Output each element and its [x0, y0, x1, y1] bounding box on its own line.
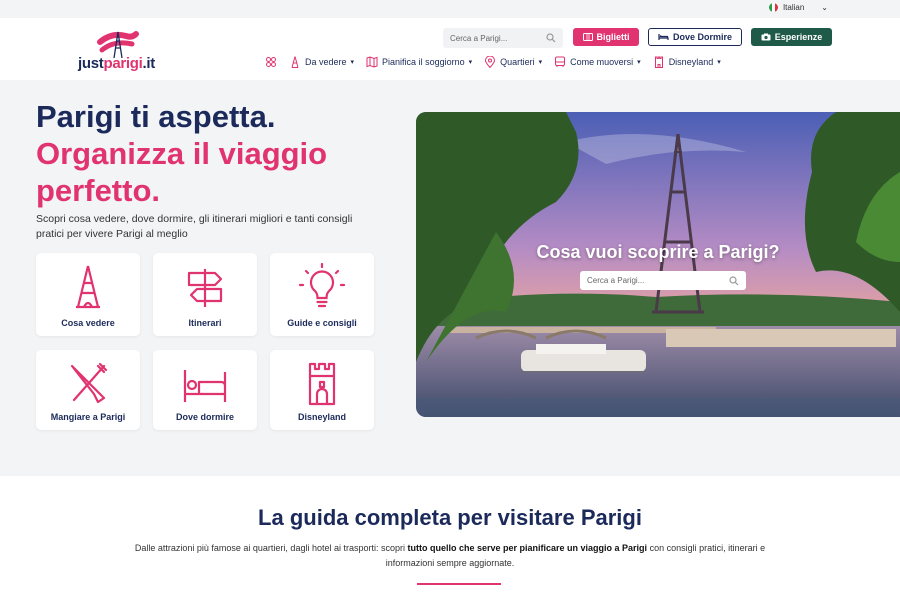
signpost-icon: [187, 269, 223, 307]
guide-title: La guida completa per visitare Parigi: [258, 505, 642, 530]
eiffel-tower-icon: [76, 265, 100, 309]
nav-item-come-muoversi[interactable]: Come muoversi ▾: [554, 56, 641, 68]
hero-title: Parigi ti aspetta. Organizza il viaggio …: [36, 98, 406, 209]
nav-item-pianifica[interactable]: Pianifica il soggiorno ▾: [366, 56, 472, 68]
site-logo[interactable]: justparigi.it: [78, 30, 158, 74]
where-to-sleep-button[interactable]: Dove Dormire: [648, 28, 742, 46]
hero-search-input[interactable]: Cerca a Parigi...: [580, 271, 746, 290]
card-disneyland[interactable]: Disneyland: [270, 350, 374, 430]
chevron-down-icon: ⌄: [821, 3, 828, 12]
header-search-input[interactable]: Cerca a Parigi...: [443, 28, 563, 48]
guide-subtitle: Dalle attrazioni più famose ai quartieri…: [134, 543, 766, 568]
search-icon[interactable]: [729, 275, 739, 286]
nav-item-disneyland[interactable]: Disneyland ▾: [653, 56, 721, 68]
hero-subtitle: Scopri cosa vedere, dove dormire, gli it…: [36, 213, 353, 240]
lightbulb-icon: [298, 263, 346, 308]
site-header: justparigi.it Cerca a Parigi... Bigliett…: [0, 18, 900, 80]
map-icon: [366, 56, 378, 68]
hero-search-placeholder: Cerca a Parigi...: [587, 276, 645, 285]
hero-title-line2: Organizza il viaggio perfetto.: [36, 136, 328, 208]
header-search-placeholder: Cerca a Parigi...: [450, 33, 508, 43]
chevron-down-icon: ▾: [468, 59, 473, 66]
experiences-button[interactable]: Esperienze: [751, 28, 832, 46]
nav-grid-menu[interactable]: [265, 56, 277, 68]
guide-section: La guida completa per visitare Parigi Da…: [0, 476, 900, 600]
ticket-icon: [582, 33, 593, 41]
map-pin-icon: [485, 56, 496, 68]
camera-icon: [761, 33, 771, 41]
card-cosa-vedere[interactable]: Cosa vedere: [36, 253, 140, 336]
castle-tower-icon: [308, 362, 336, 406]
search-icon[interactable]: [546, 33, 556, 43]
section-divider: [417, 583, 501, 585]
hero-title-line1: Parigi ti aspetta.: [36, 99, 276, 134]
hero-image-paris: Cosa vuoi scoprire a Parigi? Cerca a Par…: [416, 112, 900, 417]
chevron-down-icon: ▾: [637, 59, 641, 66]
chevron-down-icon: ▾: [350, 59, 355, 66]
eiffel-tower-photo: [416, 112, 900, 417]
logo-text: justparigi.it: [78, 55, 155, 72]
language-label: Italian: [782, 3, 805, 12]
main-nav: Da vedere ▾ Pianifica il soggiorno ▾ Quart…: [265, 56, 733, 68]
card-guide-consigli[interactable]: Guide e consigli: [270, 253, 374, 336]
hero-image-question: Cosa vuoi scoprire a Parigi?: [536, 242, 780, 262]
nav-item-quartieri[interactable]: Quartieri ▾: [484, 56, 542, 68]
card-mangiare[interactable]: Mangiare a Parigi: [36, 350, 140, 430]
card-dove-dormire[interactable]: Dove dormire: [153, 350, 257, 430]
language-selector[interactable]: Italian ⌄: [768, 3, 828, 12]
castle-tower-icon: [654, 56, 663, 68]
tickets-button[interactable]: Biglietti: [573, 28, 639, 46]
chevron-down-icon: ▾: [717, 59, 721, 66]
language-bar: Italian ⌄: [0, 0, 900, 18]
cutlery-icon: [70, 362, 108, 404]
bed-icon: [183, 370, 227, 402]
eiffel-tower-icon: [291, 56, 299, 68]
italy-flag-icon: [768, 3, 778, 12]
bed-icon: [658, 34, 669, 40]
bus-icon: [555, 56, 566, 67]
card-itinerari[interactable]: Itinerari: [153, 253, 257, 336]
grid-icon: [266, 57, 276, 67]
chevron-down-icon: ▾: [538, 59, 543, 66]
nav-item-da-vedere[interactable]: Da vedere ▾: [289, 56, 354, 68]
